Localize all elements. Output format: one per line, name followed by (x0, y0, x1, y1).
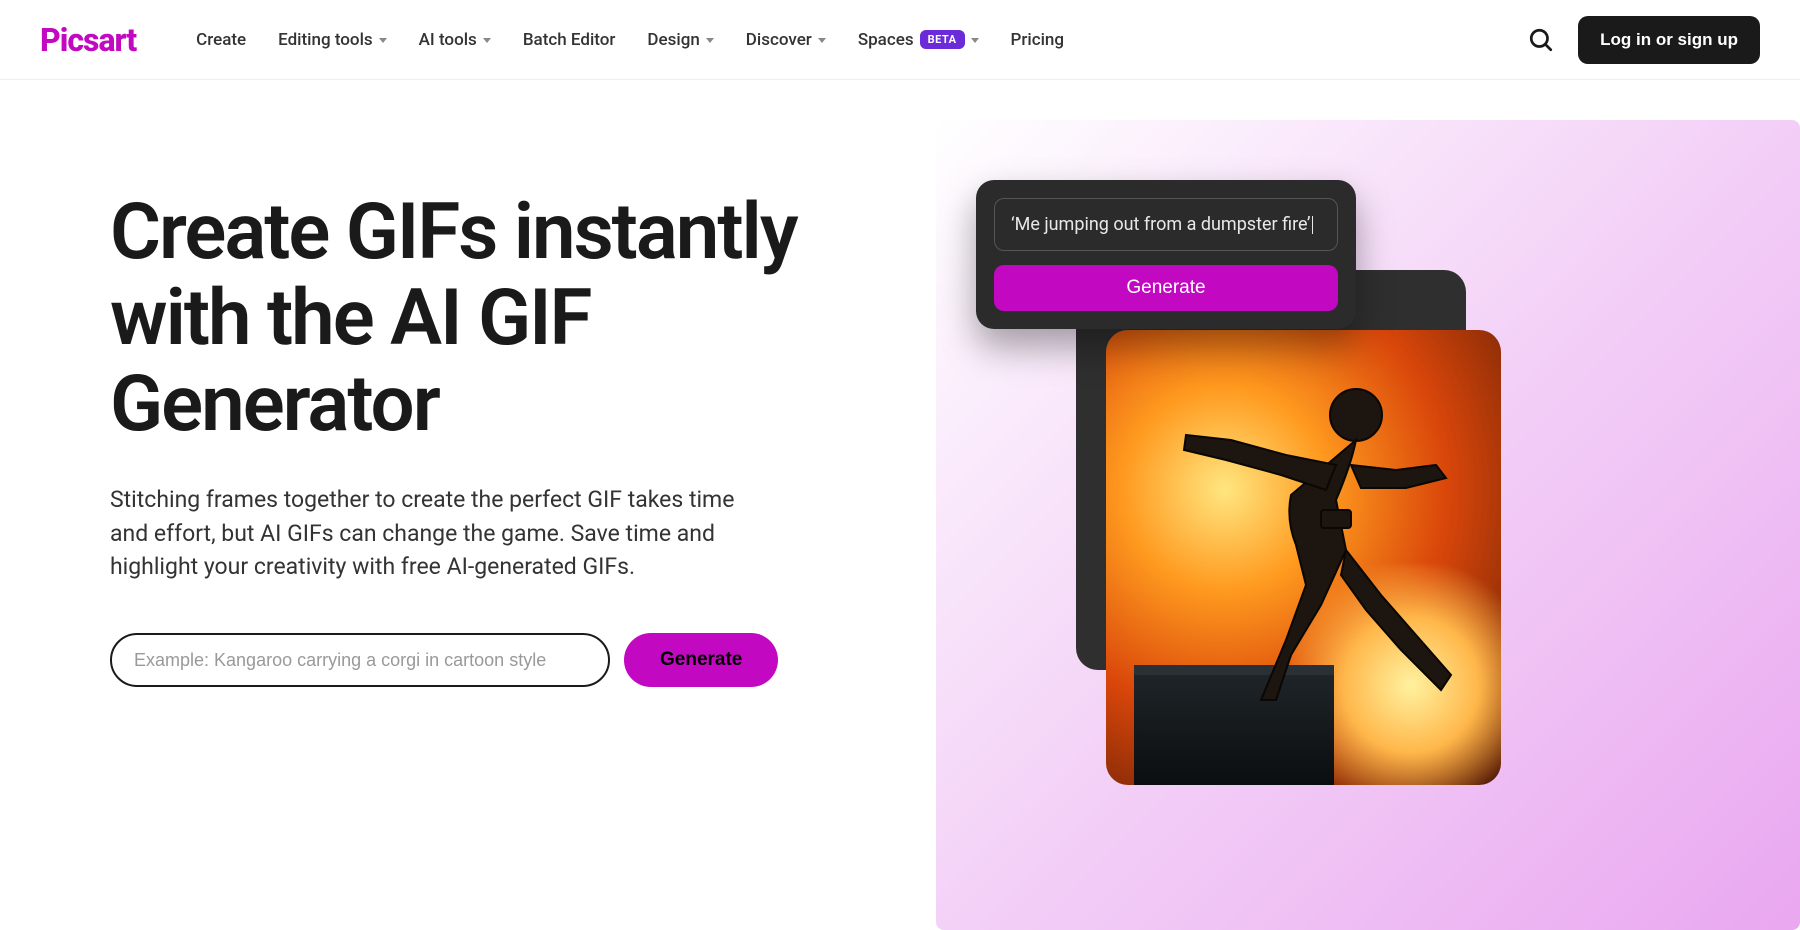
header-right: Log in or sign up (1528, 16, 1760, 64)
search-icon[interactable] (1528, 27, 1554, 53)
prompt-form: Generate (110, 633, 896, 687)
nav-label: Discover (746, 30, 812, 50)
nav-design[interactable]: Design (647, 30, 713, 50)
chevron-down-icon (971, 38, 979, 43)
popup-text-content: ‘Me jumping out from a dumpster fire’ (1011, 214, 1310, 235)
text-cursor-icon (1312, 216, 1313, 234)
chevron-down-icon (706, 38, 714, 43)
nav-label: AI tools (419, 30, 477, 50)
nav-label: Spaces (858, 30, 914, 50)
prompt-input[interactable] (110, 633, 610, 687)
nav-ai-tools[interactable]: AI tools (419, 30, 491, 50)
popup-prompt-text: ‘Me jumping out from a dumpster fire’ (994, 198, 1338, 251)
person-jumping-icon (1146, 370, 1466, 720)
popup-generate-button[interactable]: Generate (994, 265, 1338, 311)
generate-button[interactable]: Generate (624, 633, 778, 687)
nav-spaces[interactable]: Spaces BETA (858, 30, 979, 50)
hero-visual: ‘Me jumping out from a dumpster fire’ Ge… (936, 120, 1800, 930)
chevron-down-icon (379, 38, 387, 43)
nav-batch-editor[interactable]: Batch Editor (523, 30, 616, 50)
nav-create[interactable]: Create (196, 30, 246, 50)
nav-label: Design (647, 30, 699, 50)
nav-label: Pricing (1011, 30, 1065, 50)
nav-label: Editing tools (278, 30, 373, 50)
chevron-down-icon (818, 38, 826, 43)
login-button[interactable]: Log in or sign up (1578, 16, 1760, 64)
hero-section: Create GIFs instantly with the AI GIF Ge… (0, 80, 1800, 930)
hero-content: Create GIFs instantly with the AI GIF Ge… (0, 120, 936, 930)
nav-pricing[interactable]: Pricing (1011, 30, 1065, 50)
beta-badge: BETA (920, 30, 965, 49)
logo[interactable]: Picsart (40, 21, 136, 59)
preview-card-front (1106, 330, 1501, 785)
nav-discover[interactable]: Discover (746, 30, 826, 50)
nav-label: Batch Editor (523, 30, 616, 50)
nav-editing-tools[interactable]: Editing tools (278, 30, 387, 50)
main-nav: Create Editing tools AI tools Batch Edit… (196, 30, 1528, 50)
site-header: Picsart Create Editing tools AI tools Ba… (0, 0, 1800, 80)
chevron-down-icon (483, 38, 491, 43)
page-description: Stitching frames together to create the … (110, 483, 760, 583)
prompt-popup: ‘Me jumping out from a dumpster fire’ Ge… (976, 180, 1356, 329)
page-title: Create GIFs instantly with the AI GIF Ge… (110, 190, 896, 447)
nav-label: Create (196, 30, 246, 50)
